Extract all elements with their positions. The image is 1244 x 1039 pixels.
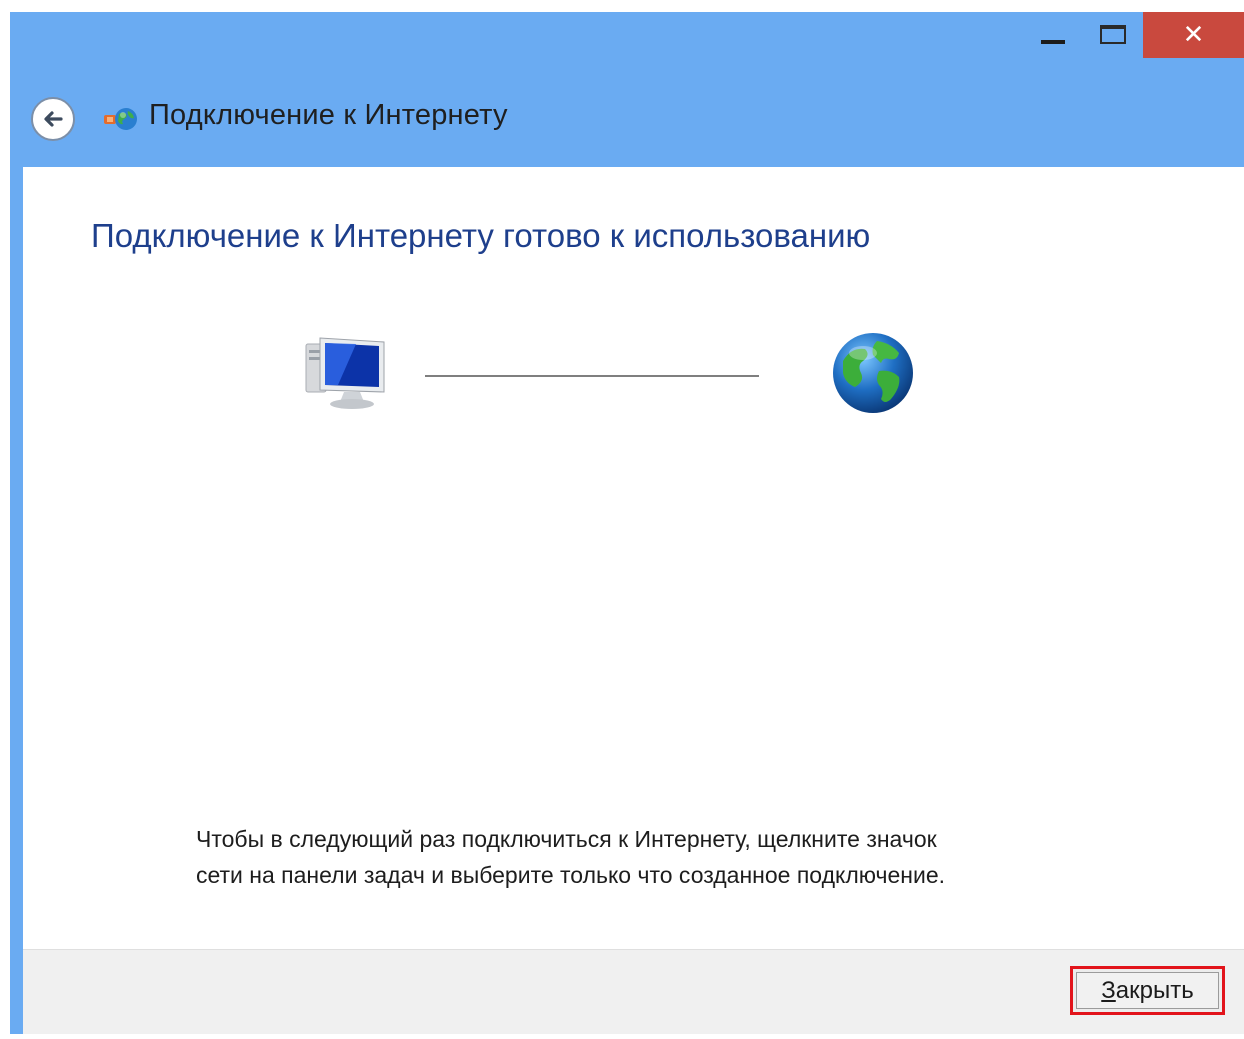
minimize-icon	[1041, 40, 1065, 44]
network-connection-icon	[103, 105, 139, 135]
maximize-button[interactable]	[1085, 12, 1141, 58]
back-arrow-icon	[44, 111, 63, 127]
instructions-line-1: Чтобы в следующий раз подключиться к Инт…	[196, 826, 937, 852]
minimize-button[interactable]	[1025, 12, 1081, 58]
close-button-face[interactable]: Закрыть	[1076, 972, 1219, 1009]
back-button[interactable]	[31, 97, 75, 141]
close-button-label: акрыть	[1115, 976, 1194, 1004]
close-button-accelerator: З	[1101, 976, 1116, 1004]
dialog-window: ✕ Подключение к Интернету Подключение к …	[10, 12, 1244, 1034]
close-window-button[interactable]: ✕	[1143, 12, 1244, 58]
connection-line	[425, 375, 759, 377]
maximize-icon	[1100, 24, 1126, 44]
close-icon: ✕	[1182, 20, 1205, 50]
instructions-line-2: сети на панели задач и выберите только ч…	[196, 862, 946, 888]
close-button[interactable]: Закрыть	[1070, 966, 1225, 1015]
dialog-footer: Закрыть	[23, 949, 1244, 1034]
computer-icon	[304, 332, 389, 412]
dialog-content: Подключение к Интернету готово к использ…	[23, 167, 1244, 1034]
instructions-text: Чтобы в следующий раз подключиться к Инт…	[196, 821, 1096, 893]
window-title: Подключение к Интернету	[149, 99, 508, 131]
globe-icon	[831, 331, 915, 415]
page-heading: Подключение к Интернету готово к использ…	[91, 217, 871, 254]
